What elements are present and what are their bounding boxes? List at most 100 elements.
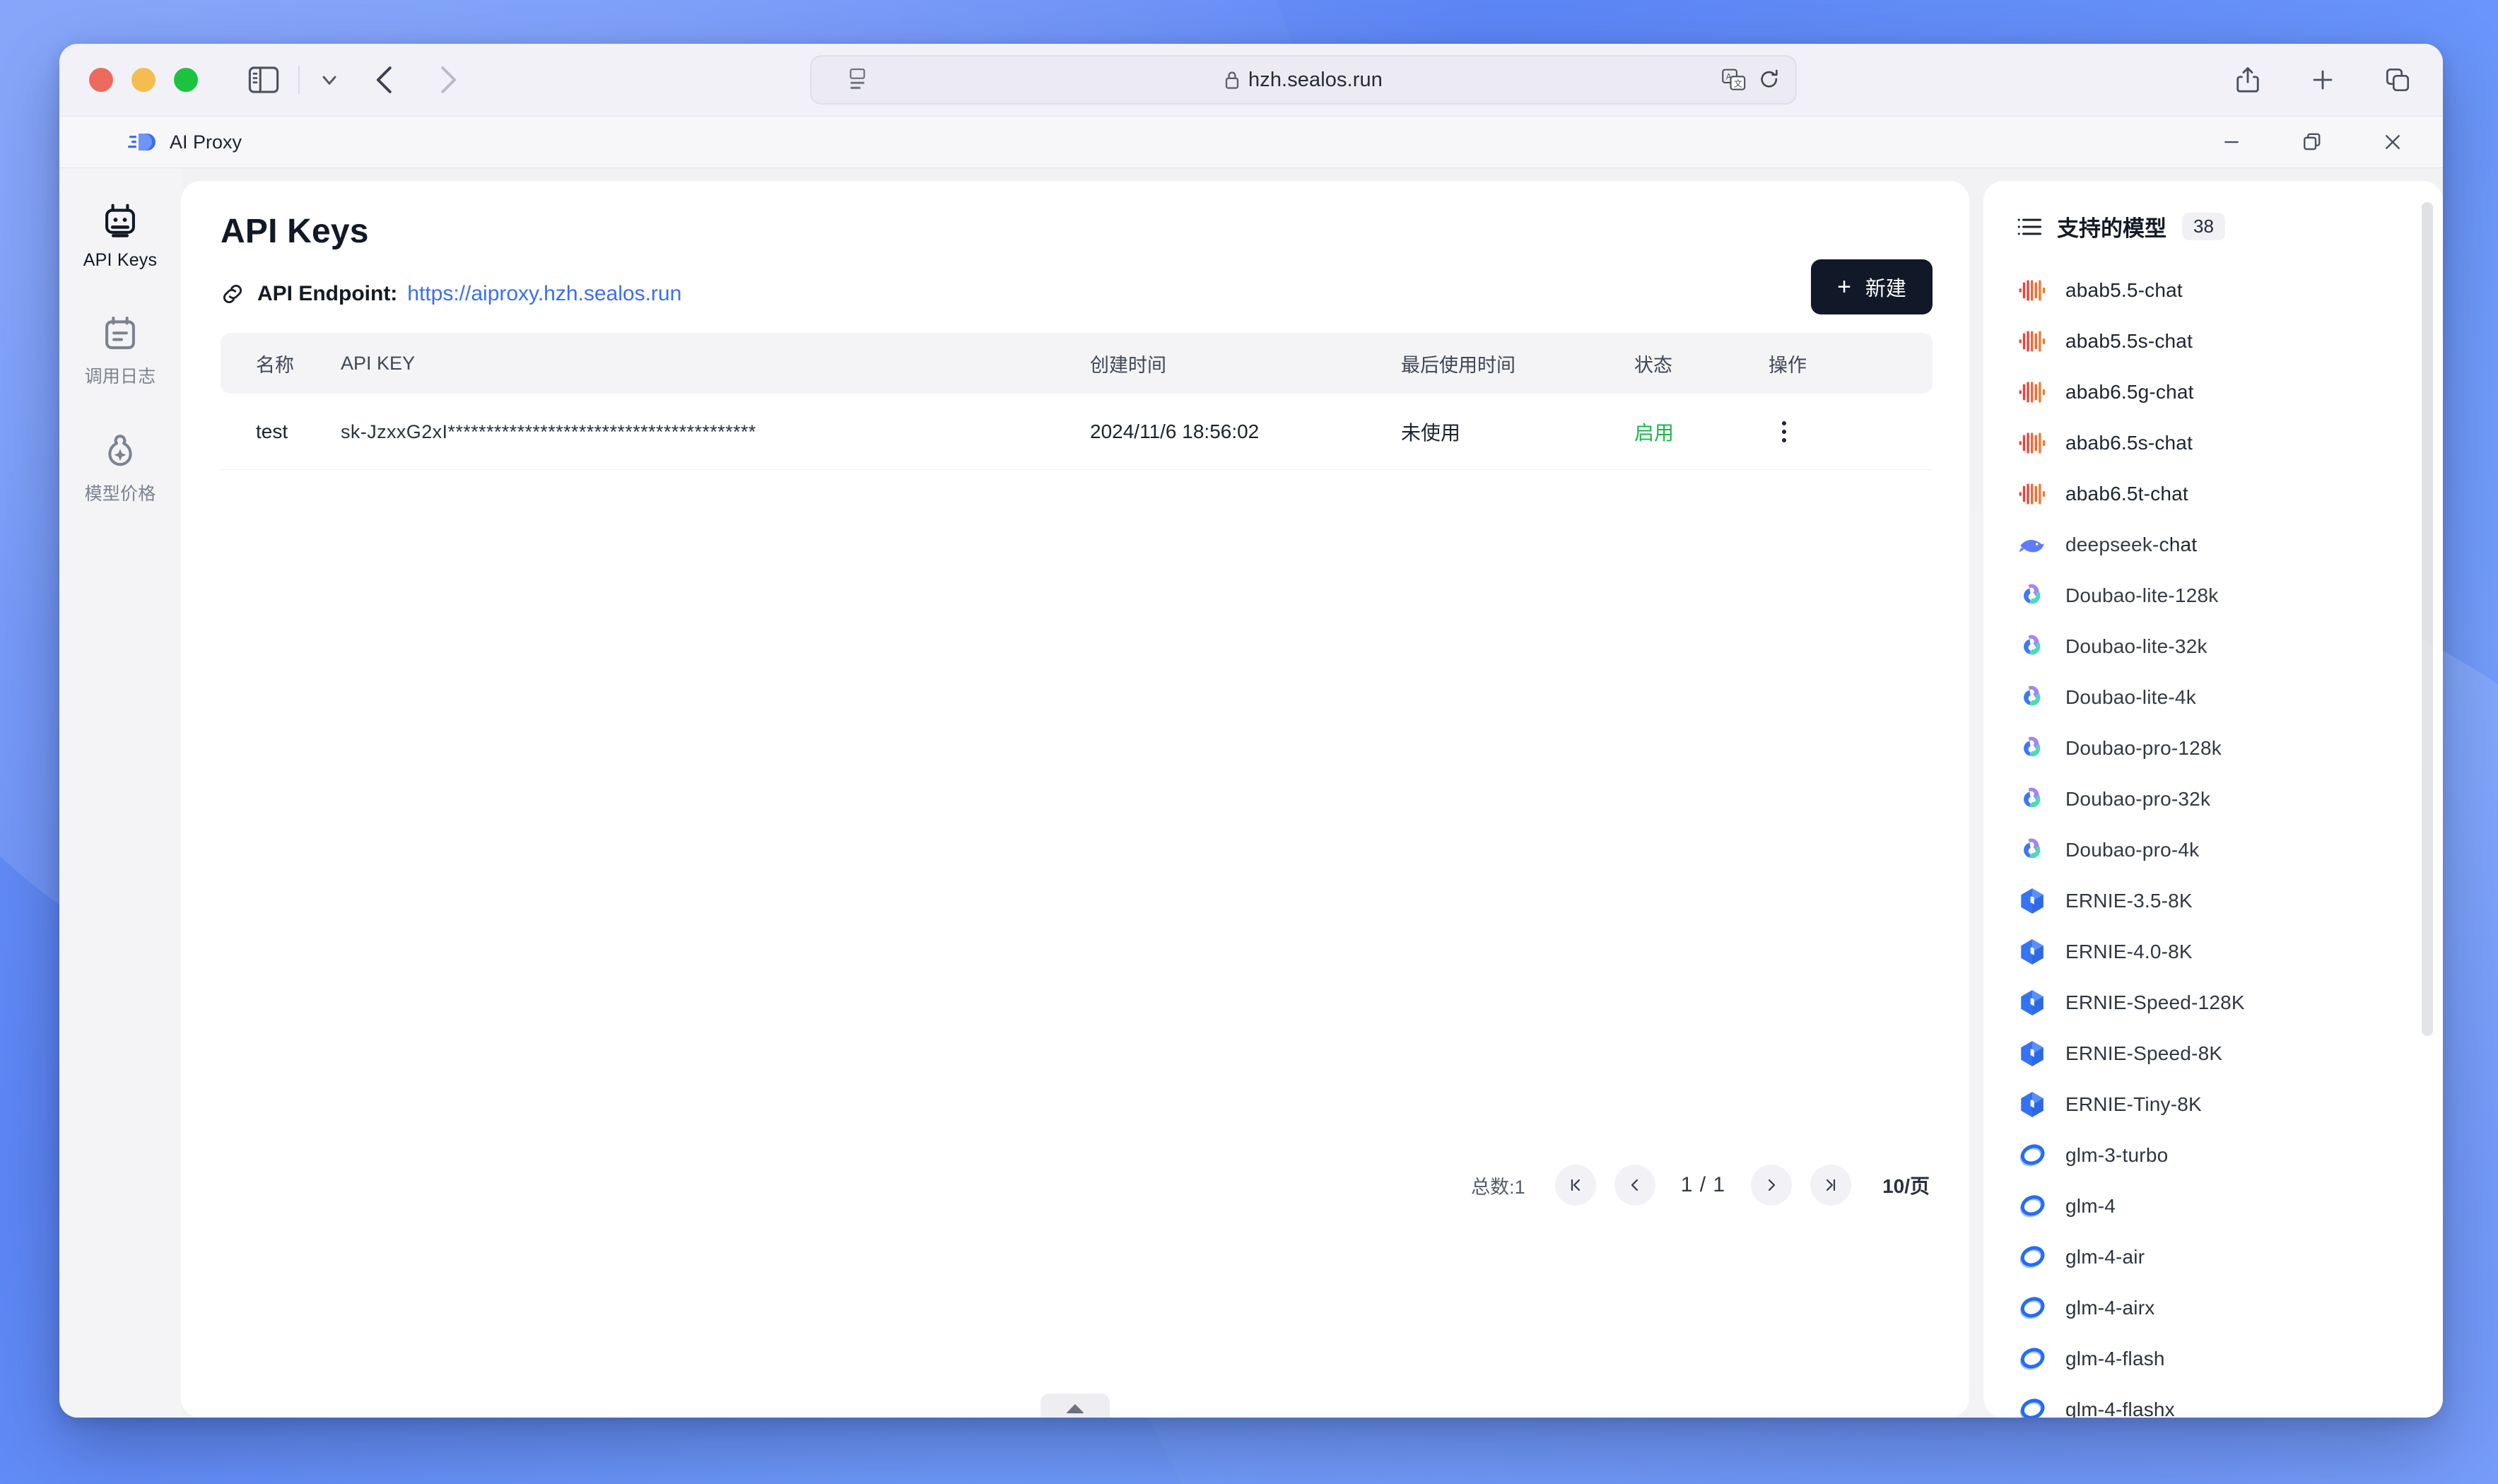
model-list-item[interactable]: abab6.5s-chat <box>2017 418 2443 469</box>
api-endpoint-url[interactable]: https://aiproxy.hzh.sealos.run <box>407 282 681 306</box>
model-list-item[interactable]: glm-4-flashx <box>2017 1384 2443 1418</box>
ernie-hexagon-icon <box>2017 937 2047 967</box>
first-page-icon <box>1571 1179 1580 1191</box>
page-indicator: 1 / 1 <box>1680 1173 1726 1196</box>
model-list-item[interactable]: Doubao-pro-128k <box>2017 723 2443 774</box>
model-list-item[interactable]: Doubao-lite-4k <box>2017 672 2443 723</box>
plus-icon: + <box>1837 273 1851 300</box>
api-endpoint-label: API Endpoint: <box>257 282 398 305</box>
address-bar-container: hzh.sealos.run A 文 <box>810 55 1797 105</box>
model-name: Doubao-pro-4k <box>2065 839 2200 861</box>
api-endpoint-row: API Endpoint: https://aiproxy.hzh.sealos… <box>221 259 1933 314</box>
reload-icon[interactable] <box>1759 69 1780 91</box>
new-key-button[interactable]: + 新建 <box>1811 259 1933 314</box>
address-bar[interactable]: hzh.sealos.run A 文 <box>810 55 1797 105</box>
glm-ring-icon <box>2017 1293 2047 1323</box>
model-list-item[interactable]: glm-4-airx <box>2017 1283 2443 1333</box>
ernie-hexagon-icon <box>2017 988 2047 1018</box>
page-size-label[interactable]: 10/页 <box>1882 1171 1930 1199</box>
doubao-icon <box>2017 835 2047 865</box>
column-header-last-used: 最后使用时间 <box>1401 354 1515 376</box>
cell-name: test <box>256 420 288 442</box>
page-title: API Keys <box>221 213 369 250</box>
ernie-hexagon-icon <box>2017 1039 2047 1068</box>
model-name: ERNIE-3.5-8K <box>2065 890 2193 912</box>
model-list-item[interactable]: abab5.5-chat <box>2017 265 2443 316</box>
api-keys-table: 名称 API KEY 创建时间 最后使用时间 状态 操作 test sk-Jzx… <box>221 333 1933 470</box>
maximize-window-button[interactable] <box>174 68 198 92</box>
address-bar-actions: A 文 <box>1722 69 1780 91</box>
first-page-button[interactable] <box>1554 1165 1596 1206</box>
sidebar-item-api-keys[interactable]: API Keys <box>67 202 173 271</box>
table-row[interactable]: test sk-JzxxG2xI************************… <box>221 394 1933 470</box>
sidebar-item-model-pricing[interactable]: 模型价格 <box>67 432 173 505</box>
sidebar-nav: API Keys 调用日志 模型价格 <box>59 168 181 1418</box>
model-list-item[interactable]: ERNIE-3.5-8K <box>2017 876 2443 926</box>
glm-ring-icon <box>2017 1141 2047 1170</box>
column-header-name: 名称 <box>256 354 294 376</box>
column-header-action: 操作 <box>1769 354 1807 376</box>
model-name: Doubao-pro-128k <box>2065 737 2222 759</box>
model-list-item[interactable]: deepseek-chat <box>2017 519 2443 570</box>
pagination: 总数:1 1 / 1 10/页 <box>1471 1165 1930 1206</box>
api-keys-card: API Keys API Endpoint: https://aiproxy.h… <box>181 181 1969 1418</box>
navigation-arrows <box>373 64 459 95</box>
cell-action <box>1769 416 1853 447</box>
last-page-button[interactable] <box>1810 1165 1852 1206</box>
model-name: Doubao-pro-32k <box>2065 788 2211 810</box>
translate-icon[interactable]: A 文 <box>1722 69 1746 91</box>
close-icon[interactable] <box>2382 131 2403 153</box>
status-badge: 启用 <box>1634 421 1675 444</box>
model-list-item[interactable]: glm-4-flash <box>2017 1333 2443 1384</box>
model-name: ERNIE-Speed-128K <box>2065 991 2245 1013</box>
model-list-item[interactable]: Doubao-pro-4k <box>2017 825 2443 876</box>
model-list-item[interactable]: Doubao-lite-32k <box>2017 621 2443 672</box>
column-header-status: 状态 <box>1634 354 1672 376</box>
more-vertical-icon[interactable] <box>1769 416 1800 447</box>
column-header-api-key: API KEY <box>341 352 416 374</box>
cell-api-key: sk-JzxxG2xI*****************************… <box>341 420 1090 443</box>
forward-arrow-icon[interactable] <box>435 64 459 95</box>
plus-icon[interactable] <box>2310 66 2335 93</box>
model-name: abab6.5t-chat <box>2065 483 2188 505</box>
back-arrow-icon[interactable] <box>373 64 397 95</box>
app-tab[interactable]: AI Proxy <box>127 131 242 153</box>
chevron-down-icon[interactable] <box>318 69 341 91</box>
model-list-item[interactable]: ERNIE-Tiny-8K <box>2017 1079 2443 1130</box>
window-controls <box>2221 131 2403 153</box>
model-name: ERNIE-Speed-8K <box>2065 1042 2223 1064</box>
model-list-item[interactable]: abab5.5s-chat <box>2017 316 2443 367</box>
model-list-item[interactable]: Doubao-pro-32k <box>2017 774 2443 825</box>
close-window-button[interactable] <box>89 68 113 92</box>
prev-page-button[interactable] <box>1614 1165 1655 1206</box>
cell-created-at: 2024/11/6 18:56:02 <box>1090 420 1260 442</box>
model-list-item[interactable]: glm-3-turbo <box>2017 1130 2443 1181</box>
model-list-item[interactable]: ERNIE-4.0-8K <box>2017 926 2443 977</box>
supported-models-header: 支持的模型 38 <box>1983 211 2443 242</box>
model-list-item[interactable]: ERNIE-Speed-128K <box>2017 977 2443 1028</box>
sidebar-toggle-icon[interactable] <box>247 66 280 94</box>
model-name: ERNIE-Tiny-8K <box>2065 1093 2202 1115</box>
restore-icon[interactable] <box>2301 131 2323 153</box>
collapse-panel-handle[interactable] <box>1040 1394 1110 1418</box>
model-list-item[interactable]: abab6.5g-chat <box>2017 367 2443 418</box>
minimize-icon[interactable] <box>2221 131 2242 153</box>
sidebar-item-call-logs[interactable]: 调用日志 <box>67 314 173 388</box>
tab-overview-icon[interactable] <box>2385 66 2410 93</box>
glm-ring-icon <box>2017 1191 2047 1221</box>
next-page-icon <box>1768 1179 1776 1191</box>
ai-proxy-logo-icon <box>128 134 156 151</box>
models-panel-scrollbar[interactable] <box>2422 202 2433 1036</box>
model-list-item[interactable]: Doubao-lite-128k <box>2017 570 2443 621</box>
next-page-button[interactable] <box>1751 1165 1793 1206</box>
model-name: glm-4-flash <box>2065 1348 2165 1370</box>
model-list-item[interactable]: glm-4 <box>2017 1181 2443 1232</box>
model-list-item[interactable]: glm-4-air <box>2017 1232 2443 1283</box>
model-name: Doubao-lite-32k <box>2065 635 2207 657</box>
share-icon[interactable] <box>2235 66 2260 93</box>
model-name: Doubao-lite-128k <box>2065 584 2219 606</box>
sidebar-item-label: API Keys <box>83 250 158 270</box>
minimize-window-button[interactable] <box>131 68 156 92</box>
model-list-item[interactable]: ERNIE-Speed-8K <box>2017 1028 2443 1079</box>
model-list-item[interactable]: abab6.5t-chat <box>2017 469 2443 519</box>
